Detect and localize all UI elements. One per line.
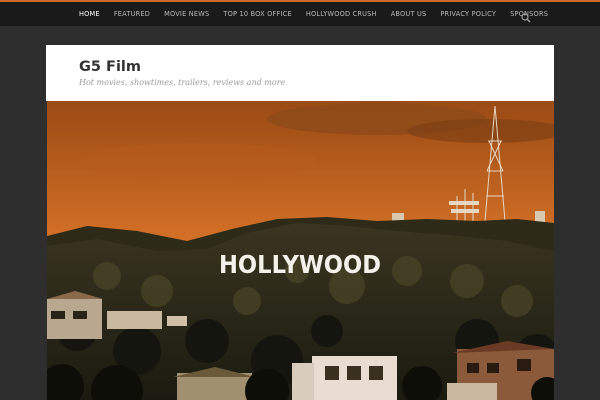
- site-header: G5 Film Hot movies, showtimes, trailers,…: [46, 45, 554, 101]
- nav-item-privacy-policy[interactable]: PRIVACY POLICY: [433, 2, 503, 26]
- nav-item-movie-news[interactable]: MOVIE NEWS: [157, 2, 216, 26]
- hollywood-sign-photo: HOLLYWOOD: [47, 101, 554, 400]
- nav-item-about-us[interactable]: ABOUT US: [384, 2, 434, 26]
- site-title[interactable]: G5 Film: [79, 59, 141, 75]
- nav-item-hollywood-crush[interactable]: HOLLYWOOD CRUSH: [299, 2, 384, 26]
- nav-item-top-10-box-office[interactable]: TOP 10 BOX OFFICE: [216, 2, 298, 26]
- main-menu: HOME FEATURED MOVIE NEWS TOP 10 BOX OFFI…: [72, 2, 555, 26]
- top-navigation-bar: HOME FEATURED MOVIE NEWS TOP 10 BOX OFFI…: [0, 0, 600, 26]
- search-icon[interactable]: [520, 9, 532, 23]
- hollywood-sign-text: HOLLYWOOD: [219, 250, 381, 279]
- site-tagline: Hot movies, showtimes, trailers, reviews…: [79, 78, 286, 87]
- hero-image: HOLLYWOOD: [47, 101, 554, 400]
- nav-item-featured[interactable]: FEATURED: [107, 2, 157, 26]
- nav-item-home[interactable]: HOME: [72, 2, 107, 26]
